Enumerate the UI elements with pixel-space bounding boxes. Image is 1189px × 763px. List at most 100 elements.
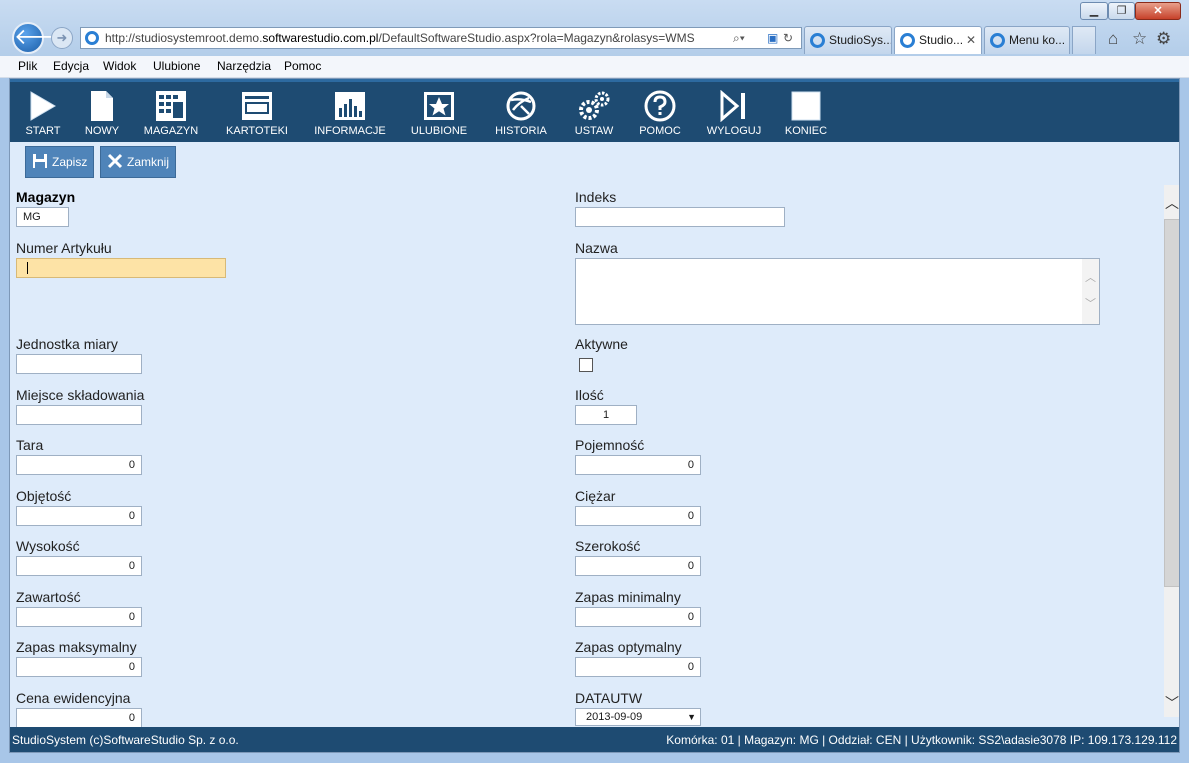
status-copyright: StudioSystem (c)SoftwareStudio Sp. z o.o…: [12, 733, 239, 747]
tara-label: Tara: [16, 437, 44, 453]
zapas-maksymalny-field[interactable]: 0: [16, 657, 142, 677]
menu-narzedzia[interactable]: Narzędzia: [217, 59, 271, 73]
szerokosc-label: Szerokość: [575, 538, 641, 554]
wysokosc-field[interactable]: 0: [16, 556, 142, 576]
miejsce-skladowania-field[interactable]: [16, 405, 142, 425]
szerokosc-field[interactable]: 0: [575, 556, 701, 576]
menu-plik[interactable]: Plik: [18, 59, 37, 73]
logout-icon: [720, 90, 745, 122]
gears-icon: [579, 91, 610, 120]
toolbar-kartoteki[interactable]: KARTOTEKI: [218, 90, 296, 137]
star-icon: [424, 92, 454, 120]
wysokosc-label: Wysokość: [16, 538, 80, 554]
tab-3[interactable]: Menu ko...: [984, 26, 1070, 54]
ilosc-field[interactable]: 1: [575, 405, 637, 425]
aktywne-label: Aktywne: [575, 336, 628, 352]
compatibility-icon[interactable]: ▣: [767, 31, 778, 45]
play-icon: [30, 91, 56, 121]
home-icon[interactable]: ⌂: [1108, 29, 1118, 49]
datautw-label: DATAUTW: [575, 690, 643, 706]
app-content: START NOWY MAGAZYN KARTOTEKI INFORMACJE …: [9, 78, 1180, 753]
menu-ulubione[interactable]: Ulubione: [153, 59, 200, 73]
bar-chart-icon: [335, 92, 365, 120]
aktywne-checkbox[interactable]: [579, 358, 593, 372]
new-tab-button[interactable]: [1072, 26, 1096, 54]
numer-artykulu-field[interactable]: [16, 258, 226, 278]
toolbar-koniec[interactable]: KONIEC: [776, 90, 836, 137]
zawartosc-label: Zawartość: [16, 589, 81, 605]
jednostka-miary-label: Jednostka miary: [16, 336, 118, 352]
close-x-icon: [107, 153, 123, 169]
ie-tab-icon: [900, 33, 915, 48]
chevron-up-icon[interactable]: ︿: [1085, 269, 1096, 285]
objetosc-field[interactable]: 0: [16, 506, 142, 526]
favorites-star-icon[interactable]: ☆: [1132, 29, 1147, 49]
magazyn-field[interactable]: MG: [16, 207, 69, 227]
window-close-button[interactable]: ✕: [1135, 2, 1181, 20]
back-button[interactable]: 🡐: [12, 22, 73, 54]
jednostka-miary-field[interactable]: [16, 354, 142, 374]
close-tab-icon[interactable]: ✕: [966, 27, 976, 53]
pojemnosc-field[interactable]: 0: [575, 455, 701, 475]
menu-widok[interactable]: Widok: [103, 59, 136, 73]
zapas-maksymalny-label: Zapas maksymalny: [16, 639, 137, 655]
indeks-label: Indeks: [575, 189, 617, 205]
toolbar-wyloguj[interactable]: WYLOGUJ: [702, 90, 766, 137]
status-bar: StudioSystem (c)SoftwareStudio Sp. z o.o…: [10, 727, 1179, 752]
toolbar-ustaw[interactable]: USTAW: [566, 90, 622, 137]
tab-1[interactable]: StudioSys...: [804, 26, 892, 54]
history-icon: [506, 91, 536, 121]
toolbar-ulubione[interactable]: ULUBIONE: [406, 90, 472, 137]
dropdown-arrow-icon: ▼: [687, 712, 696, 722]
help-icon: [644, 90, 676, 122]
zapas-optymalny-field[interactable]: 0: [575, 657, 701, 677]
chevron-down-icon[interactable]: ﹀: [1085, 295, 1096, 311]
zawartosc-field[interactable]: 0: [16, 607, 142, 627]
toolbar-start[interactable]: START: [14, 90, 72, 137]
card-file-icon: [242, 92, 272, 120]
textarea-scrollbar[interactable]: ︿ ﹀: [1082, 259, 1099, 324]
ie-page-icon: [85, 31, 99, 45]
cena-ewidencyjna-field[interactable]: 0: [16, 708, 142, 728]
maximize-button[interactable]: ❐: [1108, 2, 1135, 20]
toolbar-nowy[interactable]: NOWY: [76, 90, 128, 137]
nazwa-textarea[interactable]: ︿ ﹀: [575, 258, 1100, 325]
datautw-value: 2013-09-09: [586, 711, 643, 723]
refresh-icon[interactable]: ↻: [783, 31, 793, 45]
menu-edycja[interactable]: Edycja: [53, 59, 89, 73]
minimize-button[interactable]: ▁: [1080, 2, 1108, 20]
magazyn-label: Magazyn: [16, 189, 76, 205]
tara-field[interactable]: 0: [16, 455, 142, 475]
zapas-optymalny-label: Zapas optymalny: [575, 639, 682, 655]
forward-button[interactable]: ➜: [51, 27, 73, 49]
toolbar-pomoc[interactable]: POMOC: [630, 90, 690, 137]
zapas-minimalny-label: Zapas minimalny: [575, 589, 681, 605]
tab-2-active[interactable]: Studio... ✕: [894, 26, 982, 54]
toolbar-magazyn[interactable]: MAGAZYN: [138, 90, 204, 137]
warehouse-grid-icon: [156, 91, 186, 121]
address-bar[interactable]: http://studiosystemroot.demo.softwarestu…: [80, 27, 802, 49]
menu-bar: Plik Edycja Widok Ulubione Narzędzia Pom…: [0, 56, 1189, 78]
numer-artykulu-label: Numer Artykułu: [16, 240, 112, 256]
scroll-down-icon[interactable]: ﹀: [1164, 693, 1179, 713]
indeks-field[interactable]: [575, 207, 785, 227]
datautw-select[interactable]: 2013-09-09 ▼: [575, 708, 701, 726]
ciezar-label: Ciężar: [575, 488, 616, 504]
browser-chrome: ▁ ❐ ✕ 🡐 ➜ http://studiosystemroot.demo.s…: [0, 0, 1189, 56]
menu-pomoc[interactable]: Pomoc: [284, 59, 321, 73]
scrollbar-thumb[interactable]: [1164, 219, 1179, 587]
save-button[interactable]: Zapisz: [25, 146, 95, 178]
zapas-minimalny-field[interactable]: 0: [575, 607, 701, 627]
toolbar-historia[interactable]: HISTORIA: [486, 90, 556, 137]
toolbar-informacje[interactable]: INFORMACJE: [308, 90, 392, 137]
address-url[interactable]: http://studiosystemroot.demo.softwarestu…: [105, 31, 695, 45]
settings-gear-icon[interactable]: ⚙: [1156, 29, 1171, 49]
close-button[interactable]: Zamknij: [100, 146, 177, 178]
ciezar-field[interactable]: 0: [575, 506, 701, 526]
floppy-disk-icon: [33, 154, 47, 168]
new-document-icon: [91, 91, 113, 121]
search-icon[interactable]: ⌕▾: [733, 31, 745, 46]
scroll-up-icon[interactable]: ︿: [1164, 193, 1179, 213]
nazwa-label: Nazwa: [575, 240, 618, 256]
status-session-info: Komórka: 01 | Magazyn: MG | Oddział: CEN…: [666, 733, 1177, 747]
